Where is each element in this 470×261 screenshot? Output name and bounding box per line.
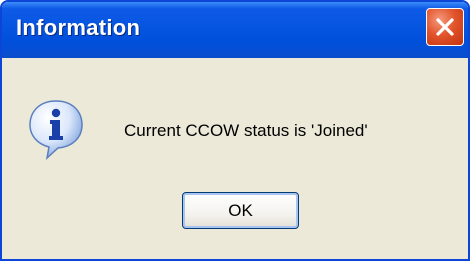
ok-button[interactable]: OK	[182, 192, 299, 229]
close-button[interactable]	[426, 8, 464, 46]
dialog-body: Current CCOW status is 'Joined' OK	[2, 58, 468, 259]
close-icon	[436, 18, 454, 36]
information-dialog: Information Current CCOW status is 'Join…	[0, 0, 470, 261]
dialog-message: Current CCOW status is 'Joined'	[124, 121, 368, 140]
info-icon	[29, 100, 83, 160]
ok-button-label: OK	[228, 200, 253, 220]
dialog-title: Information	[16, 15, 141, 40]
title-bar[interactable]: Information	[2, 2, 468, 58]
